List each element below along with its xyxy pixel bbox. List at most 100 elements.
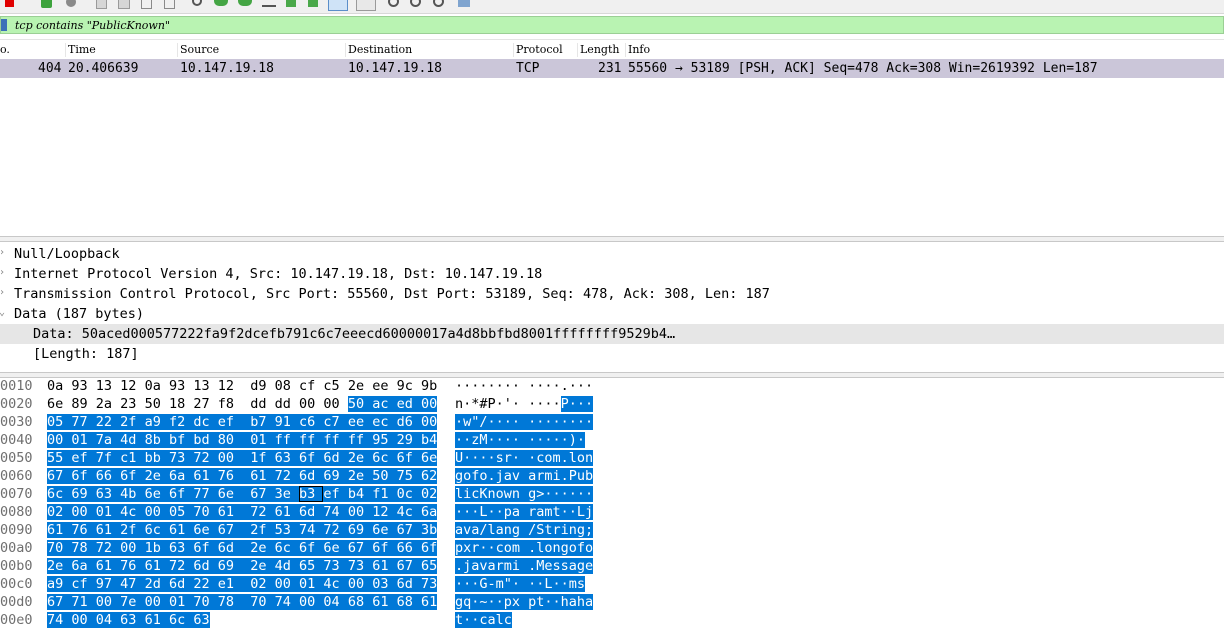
hex-byte[interactable]: 2d — [144, 576, 169, 592]
hex-byte[interactable]: 00 — [71, 612, 96, 628]
bytes-row[interactable]: 00a0 70 78 72 00 1b 63 6f 6d 2e 6c 6f 6e … — [0, 540, 1224, 558]
hex-byte[interactable]: 63 — [120, 612, 145, 628]
hex-byte[interactable]: 61 — [274, 504, 300, 520]
hex-byte[interactable]: bd — [193, 432, 218, 448]
hex-byte[interactable]: 69 — [217, 558, 251, 574]
hex-byte[interactable]: 73 — [347, 558, 373, 574]
hex-byte[interactable]: 69 — [347, 522, 373, 538]
hex-byte[interactable]: 67 — [396, 522, 421, 538]
hex-byte[interactable]: 9b — [421, 378, 437, 394]
go-first-icon[interactable] — [286, 0, 296, 7]
hex-byte[interactable]: 72 — [193, 450, 218, 466]
hex-byte[interactable]: 0a — [47, 378, 71, 394]
hex-byte[interactable]: 65 — [299, 558, 324, 574]
hex-byte[interactable]: 50 — [145, 396, 169, 412]
hex-byte[interactable]: 73 — [420, 576, 438, 592]
hex-byte[interactable]: 4d — [274, 558, 300, 574]
hex-byte[interactable]: 13 — [193, 378, 217, 394]
hex-byte[interactable]: b4 — [347, 486, 373, 502]
hex-byte[interactable]: 6f — [168, 486, 194, 502]
stop-capture-icon[interactable] — [5, 0, 14, 7]
tree-item-length[interactable]: [Length: 187] — [0, 344, 1224, 364]
hex-byte[interactable]: 12 — [372, 504, 397, 520]
hex-byte[interactable]: 12 — [120, 378, 144, 394]
bytes-row[interactable]: 00b0 2e 6a 61 76 61 72 6d 69 2e 4d 65 73 … — [0, 558, 1224, 576]
hex-byte[interactable]: 00 — [95, 594, 121, 610]
hex-byte[interactable]: 05 — [47, 414, 72, 430]
display-filter-input[interactable]: tcp contains "PublicKnown" — [0, 16, 1224, 34]
expand-arrow-icon[interactable]: › — [0, 247, 7, 258]
hex-byte[interactable]: 61 — [420, 594, 438, 610]
hex-byte[interactable]: 50 — [372, 468, 397, 484]
hex-byte[interactable]: 6e — [323, 540, 348, 556]
hex-byte[interactable]: 61 — [95, 558, 121, 574]
hex-byte[interactable]: 2e — [348, 378, 372, 394]
hex-byte[interactable]: 74 — [323, 504, 348, 520]
column-header-source[interactable]: Source — [177, 43, 219, 57]
hex-byte[interactable]: 00 — [47, 432, 72, 448]
hex-byte[interactable]: 66 — [95, 468, 121, 484]
hex-byte[interactable]: 70 — [193, 594, 218, 610]
hex-byte[interactable]: c5 — [323, 378, 347, 394]
hex-byte[interactable]: 00 — [347, 576, 373, 592]
hex-byte[interactable]: 70 — [250, 594, 275, 610]
hex-byte[interactable]: 6a — [71, 558, 96, 574]
hex-byte[interactable]: c7 — [323, 414, 348, 430]
hex-byte[interactable]: 04 — [95, 612, 121, 628]
hex-byte[interactable]: 6d — [323, 450, 348, 466]
hex-byte[interactable]: 61 — [144, 558, 169, 574]
hex-byte[interactable]: dd — [275, 396, 299, 412]
hex-byte[interactable]: 13 — [96, 378, 120, 394]
hex-byte[interactable]: 72 — [274, 468, 300, 484]
hex-byte[interactable]: dc — [193, 414, 218, 430]
hex-byte[interactable]: 0a — [145, 378, 169, 394]
hex-byte[interactable]: 67 — [347, 540, 373, 556]
go-last-icon[interactable] — [308, 0, 318, 7]
hex-byte[interactable]: dd — [250, 396, 274, 412]
hex-byte[interactable]: 00 — [120, 540, 145, 556]
hex-byte[interactable]: 01 — [71, 432, 96, 448]
expand-arrow-icon[interactable]: › — [0, 267, 7, 278]
hex-byte[interactable]: 22 — [95, 414, 121, 430]
column-header-time[interactable]: Time — [65, 43, 96, 57]
find-packet-icon[interactable] — [192, 0, 202, 6]
hex-byte[interactable]: 93 — [169, 378, 193, 394]
hex-byte[interactable]: 04 — [323, 594, 348, 610]
hex-byte[interactable]: 61 — [95, 522, 121, 538]
collapse-arrow-icon[interactable]: ⌄ — [0, 307, 7, 318]
hex-byte[interactable]: 97 — [95, 576, 121, 592]
reload-icon[interactable] — [164, 0, 175, 9]
tree-item-tcp[interactable]: › Transmission Control Protocol, Src Por… — [0, 284, 1224, 304]
hex-byte[interactable]: 74 — [299, 522, 324, 538]
hex-byte[interactable]: ee — [347, 414, 373, 430]
hex-byte[interactable]: 63 — [95, 486, 121, 502]
hex-byte[interactable]: 6f — [193, 540, 218, 556]
hex-byte[interactable]: 77 — [71, 414, 96, 430]
hex-byte[interactable]: 2a — [96, 396, 120, 412]
hex-byte[interactable]: 00 — [420, 396, 438, 412]
hex-byte[interactable]: ff — [274, 432, 300, 448]
hex-byte[interactable]: f2 — [168, 414, 194, 430]
hex-byte[interactable]: 74 — [47, 612, 72, 628]
hex-byte[interactable]: bf — [168, 432, 194, 448]
hex-byte[interactable]: 6c — [372, 450, 397, 466]
hex-byte[interactable]: 6e — [193, 522, 218, 538]
hex-byte[interactable]: ee — [372, 378, 396, 394]
hex-byte[interactable]: f8 — [218, 396, 251, 412]
hex-byte[interactable]: 6d — [193, 558, 218, 574]
hex-byte[interactable]: 2e — [47, 558, 72, 574]
restart-capture-icon[interactable] — [41, 0, 52, 8]
hex-byte[interactable]: a9 — [47, 576, 72, 592]
hex-byte[interactable]: 61 — [372, 558, 397, 574]
hex-byte[interactable]: 2e — [144, 468, 169, 484]
hex-byte[interactable]: 05 — [168, 504, 194, 520]
hex-byte[interactable]: 73 — [323, 558, 348, 574]
hex-byte[interactable]: 66 — [396, 540, 421, 556]
tree-item-data[interactable]: ⌄ Data (187 bytes) — [0, 304, 1224, 324]
hex-byte[interactable]: d9 — [250, 378, 274, 394]
hex-byte[interactable]: 1b — [144, 540, 169, 556]
hex-byte[interactable]: c6 — [299, 414, 324, 430]
hex-byte[interactable]: 6d — [217, 540, 251, 556]
hex-byte[interactable]: cf — [71, 576, 96, 592]
packet-list-row[interactable]: 404 20.406639 10.147.19.18 10.147.19.18 … — [0, 59, 1224, 78]
